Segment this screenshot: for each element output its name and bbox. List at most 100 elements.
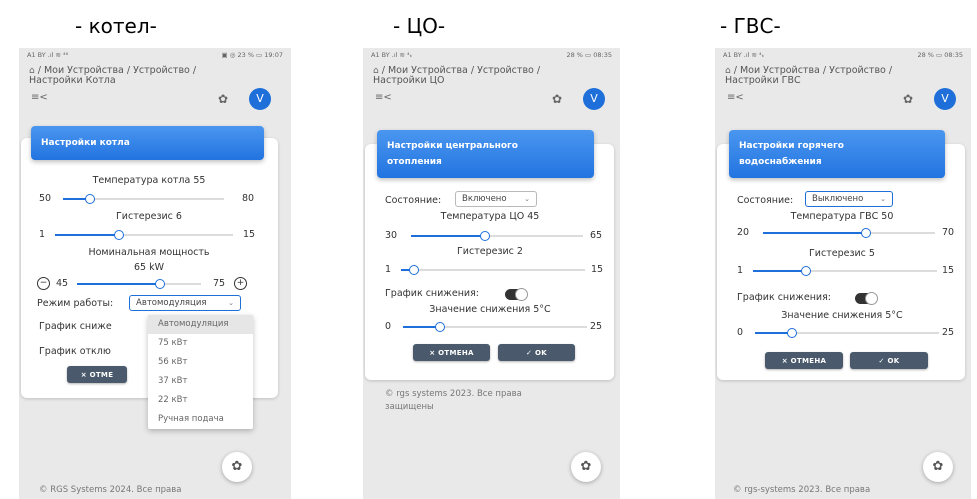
slider-handle[interactable] — [84, 193, 95, 204]
breadcrumb-current: Настройки Котла — [29, 75, 116, 86]
graph-off-label: График отклю — [39, 346, 111, 357]
temperature-slider[interactable] — [63, 193, 224, 204]
avatar[interactable]: V — [934, 88, 956, 110]
cancel-button[interactable]: × ОТМЕ — [67, 366, 127, 383]
dropdown-option[interactable]: Ручная подача — [148, 410, 253, 429]
slider-handle[interactable] — [861, 227, 872, 238]
ok-button[interactable]: ✓ OK — [498, 344, 575, 361]
power-slider[interactable] — [77, 278, 201, 289]
reduce-slider[interactable] — [403, 321, 587, 332]
minus-icon[interactable]: − — [37, 277, 50, 290]
temperature-label: Температура ЦО 45 — [440, 211, 540, 222]
slider-handle[interactable] — [479, 230, 490, 241]
settings-gear-icon[interactable]: ✿ — [552, 92, 562, 106]
cancel-button[interactable]: × ОТМЕНА — [413, 344, 490, 361]
hysteresis-slider[interactable] — [753, 265, 937, 276]
card-header: Настройки котла — [31, 126, 264, 160]
breadcrumb: ⌂ / Мои Устройства / Устройство / Настрой… — [725, 66, 965, 86]
state-select[interactable]: Выключено ⌄ — [805, 191, 893, 207]
mode-select[interactable]: Автомодуляция ⌄ — [129, 295, 241, 311]
temperature-max: 65 — [590, 230, 603, 241]
cancel-button[interactable]: × ОТМЕНА — [765, 352, 843, 369]
status-left: A1 BY .ıl ≋ ⁴⁶ — [27, 51, 69, 59]
caption-hot-water: - ГВС- — [720, 14, 781, 38]
settings-fab-gear-icon[interactable]: ✿ — [923, 452, 953, 482]
slider-handle[interactable] — [113, 229, 124, 240]
settings-fab-gear-icon[interactable]: ✿ — [571, 452, 601, 482]
dropdown-option[interactable]: 37 кВт — [148, 372, 253, 391]
menu-collapse-icon[interactable]: ≡< — [727, 92, 744, 103]
ok-button[interactable]: ✓ OK — [850, 352, 928, 369]
toggle-knob — [865, 292, 878, 305]
breadcrumb: ⌂ / Мои Устройства / Устройство / Настрой… — [29, 66, 269, 86]
temperature-label: Температура котла 55 — [92, 175, 206, 186]
hysteresis-slider[interactable] — [401, 264, 585, 275]
dropdown-option[interactable]: 22 кВт — [148, 391, 253, 410]
card-header: Настройки центрального отопления — [377, 130, 594, 178]
card-header: Настройки горячего водоснабжения — [729, 130, 945, 178]
menu-collapse-icon[interactable]: ≡< — [375, 92, 392, 103]
graph-lower-label: График снижения: — [737, 292, 832, 303]
temperature-slider[interactable] — [411, 230, 583, 241]
hysteresis-label: Гистерезис 5 — [809, 248, 875, 259]
graph-lower-toggle[interactable] — [855, 292, 878, 305]
breadcrumb-current: Настройки ГВС — [725, 75, 801, 86]
state-select-value: Выключено — [812, 194, 864, 204]
temperature-slider[interactable] — [763, 227, 935, 238]
reduce-label: Значение снижения 5°С — [781, 310, 903, 321]
card-title-line1: Настройки центрального — [387, 141, 518, 151]
power-label: Номинальная мощность — [88, 247, 210, 258]
footer-copyright: © RGS Systems 2024. Все права — [39, 485, 182, 495]
status-left: A1 BY .ıl ≋ ⁴ₖ — [723, 51, 765, 59]
menu-collapse-icon[interactable]: ≡< — [31, 92, 48, 103]
footer-line1: © rgs systems 2023. Все права — [385, 389, 522, 399]
avatar[interactable]: V — [249, 88, 271, 110]
status-bar: A1 BY .ıl ≋ ⁴ₖ 28 % ▭ 08:35 — [715, 48, 971, 62]
state-label: Состояние: — [385, 195, 442, 206]
hysteresis-label: Гистерезис 6 — [116, 211, 182, 222]
card-title-line1: Настройки горячего — [739, 141, 844, 151]
status-left: A1 BY .ıl ≋ ⁴ₖ — [371, 51, 413, 59]
dropdown-option[interactable]: 75 кВт — [148, 334, 253, 353]
state-select[interactable]: Включено ⌄ — [455, 191, 537, 207]
toggle-knob — [515, 288, 528, 301]
settings-card — [717, 144, 965, 380]
reduce-label: Значение снижения 5°С — [429, 304, 551, 315]
temperature-min: 20 — [737, 227, 750, 238]
card-title: Настройки котла — [41, 138, 130, 148]
dropdown-option[interactable]: Автомодуляция — [148, 315, 253, 334]
card-title-line2: водоснабжения — [739, 157, 822, 167]
status-right: ▣ ◎ 23 % ▭ 19:07 — [221, 51, 283, 59]
dropdown-option[interactable]: 56 кВт — [148, 353, 253, 372]
slider-handle[interactable] — [786, 327, 797, 338]
settings-gear-icon[interactable]: ✿ — [903, 92, 913, 106]
temperature-max: 70 — [942, 227, 955, 238]
footer-copyright: © rgs-systems 2023. Все права — [733, 485, 871, 495]
footer-copyright: © rgs systems 2023. Все права защищены — [385, 388, 522, 414]
phone-screen-hot-water: A1 BY .ıl ≋ ⁴ₖ 28 % ▭ 08:35 ⌂ / Мои Устро… — [715, 48, 971, 499]
status-right: 28 % ▭ 08:35 — [566, 51, 612, 59]
breadcrumb-current: Настройки ЦО — [373, 75, 445, 86]
graph-lower-label: График снижения: — [385, 288, 480, 299]
slider-fill — [55, 234, 119, 236]
slider-handle[interactable] — [434, 321, 445, 332]
plus-icon[interactable]: + — [234, 277, 247, 290]
slider-fill — [77, 283, 160, 285]
chevron-down-icon: ⌄ — [524, 195, 530, 203]
caption-boiler: - котел- — [75, 14, 157, 38]
mode-select-value: Автомодуляция — [136, 298, 207, 308]
temperature-min: 50 — [39, 193, 52, 204]
hysteresis-slider[interactable] — [55, 229, 233, 240]
slider-handle[interactable] — [409, 264, 420, 275]
reduce-slider[interactable] — [755, 327, 939, 338]
slider-handle[interactable] — [800, 265, 811, 276]
phone-screen-central-heating: A1 BY .ıl ≋ ⁴ₖ 28 % ▭ 08:35 ⌂ / Мои Устро… — [363, 48, 620, 499]
settings-fab-gear-icon[interactable]: ✿ — [222, 452, 252, 482]
slider-handle[interactable] — [154, 278, 165, 289]
avatar[interactable]: V — [583, 88, 605, 110]
graph-lower-toggle[interactable] — [505, 288, 528, 301]
settings-gear-icon[interactable]: ✿ — [218, 92, 228, 106]
breadcrumb: ⌂ / Мои Устройства / Устройство / Настрой… — [373, 66, 613, 86]
slider-fill — [753, 270, 806, 272]
hysteresis-label: Гистерезис 2 — [457, 246, 523, 257]
